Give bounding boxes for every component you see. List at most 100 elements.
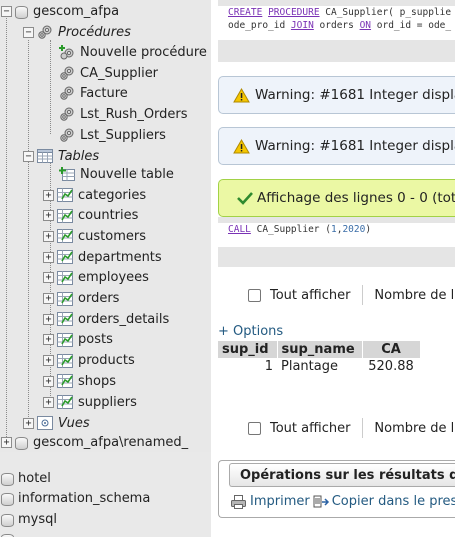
- tree-item-table[interactable]: + posts: [43, 330, 113, 350]
- column-header-sup-id[interactable]: sup_id: [218, 341, 278, 358]
- db-name[interactable]: mysql: [18, 512, 57, 527]
- table-label[interactable]: departments: [78, 250, 162, 265]
- procedure-label[interactable]: Nouvelle procédure: [80, 45, 207, 60]
- show-all-label[interactable]: Tout afficher: [270, 288, 350, 303]
- tree-item-table[interactable]: + customers: [43, 226, 146, 246]
- sql-text: ): [365, 224, 372, 235]
- expand-icon[interactable]: +: [43, 293, 54, 304]
- sql-text: CA_Supplier( p_supplie: [319, 7, 452, 18]
- options-link[interactable]: + Options: [218, 324, 283, 339]
- tree-group-tables[interactable]: − Tables: [23, 146, 99, 166]
- main-panel: CREATE PROCEDURE CA_Supplier( p_supplie …: [214, 0, 455, 537]
- print-link[interactable]: Imprimer: [250, 494, 310, 509]
- table-label[interactable]: Nouvelle table: [80, 167, 174, 182]
- table-label[interactable]: customers: [78, 229, 146, 244]
- table-label[interactable]: posts: [78, 332, 113, 347]
- expand-icon[interactable]: +: [43, 334, 54, 346]
- expand-icon[interactable]: +: [43, 396, 54, 408]
- separator: [362, 285, 364, 305]
- tree-item-table[interactable]: + orders_details: [43, 309, 169, 329]
- sql-keyword[interactable]: ON: [360, 20, 371, 31]
- sql-keyword[interactable]: CREATE: [228, 7, 262, 18]
- procedure-label[interactable]: CA_Supplier: [80, 66, 158, 81]
- print-icon[interactable]: [231, 494, 246, 509]
- collapse-icon[interactable]: −: [23, 26, 34, 38]
- expand-icon[interactable]: +: [43, 230, 54, 242]
- sql-keyword[interactable]: JOIN: [291, 20, 314, 31]
- tree-item-table[interactable]: + shops: [43, 371, 116, 391]
- tree-item-table[interactable]: + orders: [43, 289, 119, 309]
- tree-item-table[interactable]: + countries: [43, 206, 138, 226]
- expand-icon[interactable]: +: [43, 313, 54, 325]
- table-label[interactable]: employees: [78, 270, 149, 285]
- tree-item-table[interactable]: + departments: [43, 247, 162, 267]
- warning-message: Warning: #1681 Integer display wid: [218, 127, 455, 165]
- expand-icon[interactable]: +: [1, 436, 12, 448]
- expand-icon[interactable]: +: [43, 189, 54, 201]
- expand-icon[interactable]: +: [43, 251, 54, 263]
- table-icon: [57, 374, 73, 389]
- table-label[interactable]: suppliers: [78, 395, 137, 410]
- procedure-label[interactable]: Facture: [80, 86, 128, 101]
- table-label[interactable]: shops: [78, 374, 116, 389]
- procedure-label[interactable]: Lst_Suppliers: [80, 128, 166, 143]
- db-name[interactable]: gescom_afpa\renamed_: [33, 435, 188, 450]
- result-controls-top: Tout afficher Nombre de lign: [248, 285, 455, 305]
- table-label[interactable]: products: [78, 353, 135, 368]
- tree-item-table[interactable]: + products: [43, 351, 135, 371]
- procedure-label[interactable]: Lst_Rush_Orders: [80, 107, 188, 122]
- group-label[interactable]: Procédures: [58, 25, 131, 40]
- expand-icon[interactable]: +: [43, 210, 54, 222]
- table-label[interactable]: countries: [78, 208, 138, 223]
- table-label[interactable]: orders: [78, 291, 119, 306]
- tree-db-partial[interactable]: [1, 529, 18, 537]
- db-name[interactable]: hotel: [18, 471, 51, 486]
- tree-db-gescom-afpa[interactable]: − gescom_afpa: [1, 1, 119, 21]
- expand-icon[interactable]: +: [23, 417, 34, 429]
- sql-keyword[interactable]: PROCEDURE: [268, 7, 319, 18]
- cell-sup-id: 1: [264, 358, 273, 374]
- tree-item-new-table[interactable]: Nouvelle table: [59, 164, 174, 184]
- tree-item-procedure[interactable]: CA_Supplier: [59, 63, 158, 83]
- tree-db-hotel[interactable]: hotel: [1, 468, 51, 488]
- table-label[interactable]: categories: [78, 188, 146, 203]
- copy-clipboard-link[interactable]: Copier dans le presse: [332, 494, 455, 509]
- database-icon: [1, 533, 14, 537]
- expand-icon[interactable]: +: [43, 272, 54, 284]
- show-all-checkbox[interactable]: [248, 288, 261, 302]
- warning-text: Warning: #1681 Integer display wid: [255, 87, 455, 103]
- copy-clipboard-icon[interactable]: [313, 495, 330, 509]
- tree-item-table[interactable]: + suppliers: [43, 392, 137, 412]
- column-header-ca[interactable]: CA: [362, 341, 421, 358]
- sql-keyword[interactable]: CALL: [228, 224, 251, 235]
- tree-db-renamed[interactable]: + gescom_afpa\renamed_: [1, 432, 188, 452]
- collapse-icon[interactable]: −: [23, 150, 34, 162]
- column-header-sup-name[interactable]: sup_name: [277, 341, 363, 358]
- group-label[interactable]: Vues: [58, 416, 90, 431]
- tree-db-information-schema[interactable]: information_schema: [1, 488, 150, 508]
- tree-item-table[interactable]: + categories: [43, 185, 146, 205]
- table-row: 1 Plantage 520.88: [218, 358, 420, 374]
- show-all-label[interactable]: Tout afficher: [270, 421, 350, 436]
- tree-item-table[interactable]: + employees: [43, 268, 149, 288]
- checkmark-icon: [237, 192, 253, 205]
- group-label[interactable]: Tables: [58, 149, 99, 164]
- tree-group-views[interactable]: + Vues: [23, 413, 90, 433]
- show-all-checkbox[interactable]: [248, 421, 261, 435]
- sql-query-text: CREATE PROCEDURE CA_Supplier( p_supplie …: [218, 6, 455, 40]
- tree-item-procedure[interactable]: Nouvelle procédure: [59, 42, 207, 62]
- db-name[interactable]: information_schema: [18, 491, 150, 506]
- tree-group-procedures[interactable]: − Procédures: [23, 22, 131, 42]
- tree-item-procedure[interactable]: Lst_Suppliers: [59, 125, 166, 145]
- table-icon: [57, 250, 73, 265]
- table-label[interactable]: orders_details: [78, 312, 169, 327]
- tree-db-mysql[interactable]: mysql: [1, 509, 57, 529]
- tree-item-procedure[interactable]: Lst_Rush_Orders: [59, 104, 188, 124]
- rows-count-label: Nombre de lign: [374, 287, 455, 303]
- expand-icon[interactable]: +: [43, 355, 54, 367]
- expand-icon[interactable]: +: [43, 375, 54, 387]
- tree-item-procedure[interactable]: Facture: [59, 83, 128, 103]
- collapse-icon[interactable]: −: [1, 5, 12, 17]
- db-name[interactable]: gescom_afpa: [33, 4, 119, 19]
- sql-text: CA_Supplier: [250, 224, 326, 235]
